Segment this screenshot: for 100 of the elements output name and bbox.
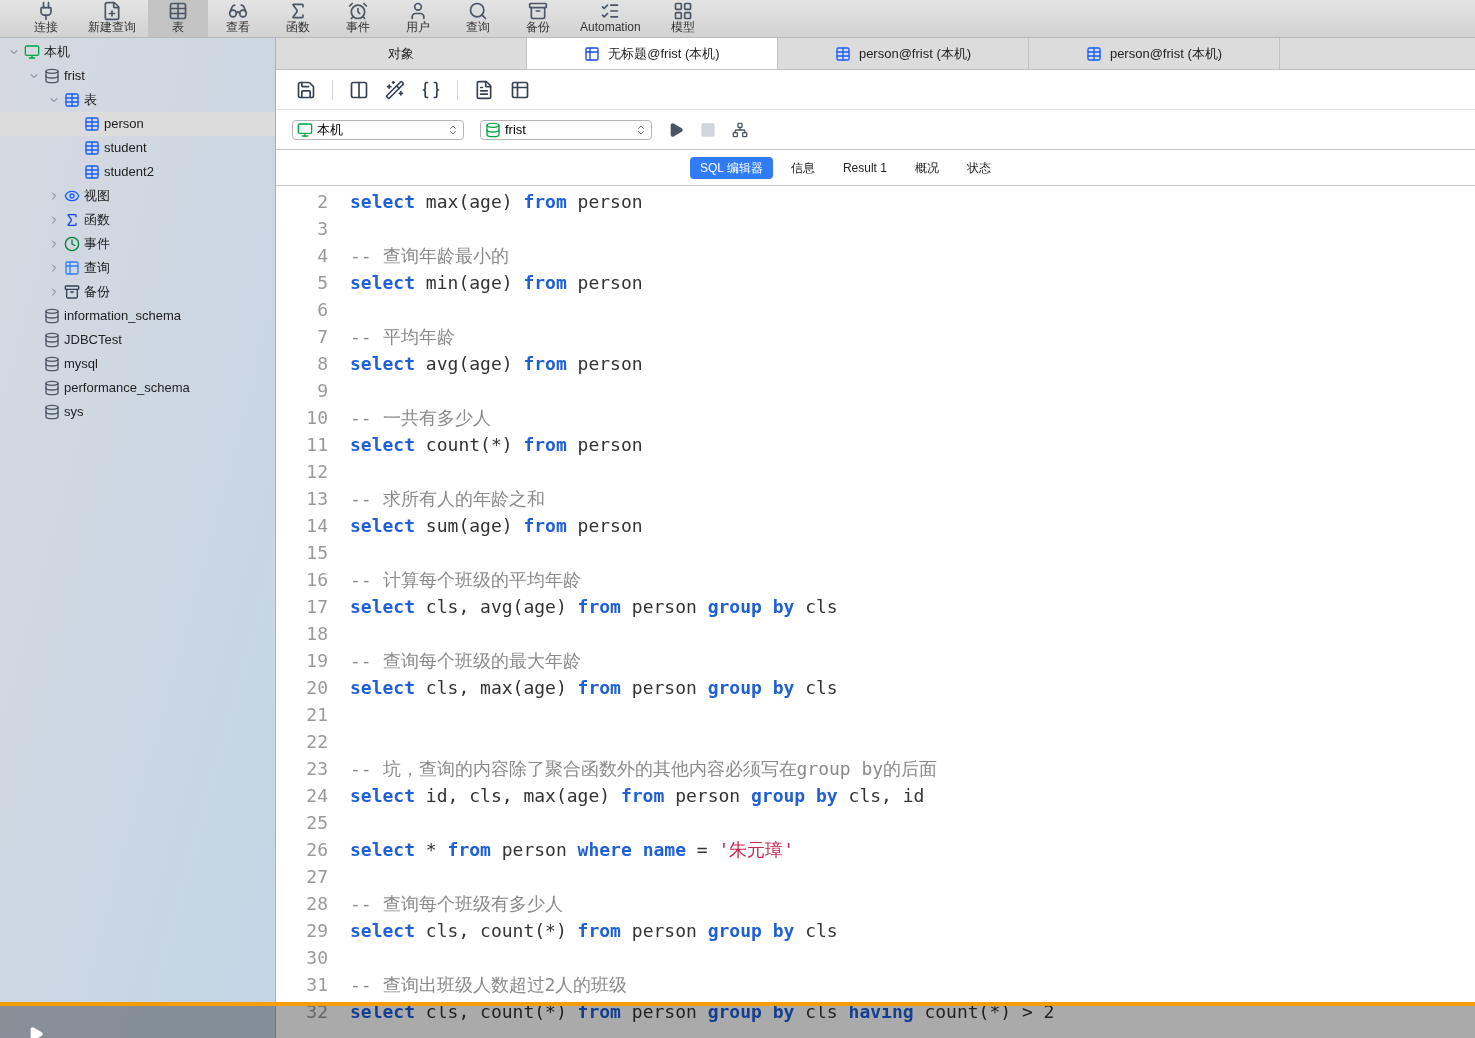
tree-item[interactable]: sys: [0, 400, 275, 424]
columns-icon[interactable]: [349, 79, 369, 100]
database-select[interactable]: frist: [480, 119, 652, 140]
table-icon: [168, 1, 188, 21]
editor-tab[interactable]: 概况: [904, 156, 949, 179]
table-icon: [84, 164, 100, 180]
toolbar-button[interactable]: 函数: [268, 0, 328, 37]
tree-item-label: 本机: [44, 43, 70, 62]
updown-caret-icon: [447, 123, 459, 136]
line-number: 14: [305, 514, 328, 538]
line-number: 28: [305, 892, 328, 916]
tree-item-label: student: [104, 139, 147, 158]
code-line: select count(*) from person: [350, 433, 643, 457]
table-icon: [834, 45, 851, 62]
tree-item[interactable]: 查询: [0, 256, 275, 280]
line-number: 26: [305, 838, 328, 862]
clock-icon: [64, 236, 80, 252]
database-icon: [485, 121, 501, 138]
editor-tab[interactable]: SQL 编辑器: [690, 156, 773, 179]
tree-item-label: JDBCTest: [64, 331, 122, 350]
line-number: 2: [316, 190, 328, 214]
toolbar-button[interactable]: 新建查询: [76, 0, 148, 37]
tree-item[interactable]: student: [0, 136, 275, 160]
toolbar-button[interactable]: 用户: [388, 0, 448, 37]
tree-item[interactable]: performance_schema: [0, 376, 275, 400]
tree-item[interactable]: mysql: [0, 352, 275, 376]
code-comment: -- 一共有多少人: [350, 406, 491, 430]
select-value: 本机: [317, 120, 344, 139]
code-line: select cls, max(age) from person group by cls: [350, 676, 838, 700]
search-icon: [468, 1, 488, 21]
line-number: 6: [316, 298, 328, 322]
line-number: 18: [305, 622, 328, 646]
toolbar-button[interactable]: 备份: [508, 0, 568, 37]
tree-item[interactable]: JDBCTest: [0, 328, 275, 352]
wand-icon[interactable]: [385, 79, 405, 100]
toolbar-button[interactable]: 模型: [652, 0, 713, 37]
line-number: 13: [305, 487, 328, 511]
alarm-clock-icon: [348, 1, 368, 21]
tree-item[interactable]: student2: [0, 160, 275, 184]
stop-icon[interactable]: [700, 121, 716, 138]
save-icon[interactable]: [296, 79, 316, 100]
toolbar-button[interactable]: 表: [148, 0, 208, 37]
tree-item-label: frist: [64, 67, 85, 86]
archive-icon: [528, 1, 548, 21]
braces-icon[interactable]: [421, 79, 441, 100]
file-plus-icon: [102, 1, 122, 21]
document-icon[interactable]: [474, 79, 494, 100]
tree-item[interactable]: 函数: [0, 208, 275, 232]
tree-item-label: person: [104, 115, 144, 134]
tree-item[interactable]: 备份: [0, 280, 275, 304]
tree-item[interactable]: person: [0, 112, 275, 136]
diagram-icon[interactable]: [732, 121, 748, 138]
monitor-icon: [297, 121, 313, 138]
line-number: 5: [316, 271, 328, 295]
line-number: 31: [305, 973, 328, 997]
monitor-icon: [24, 44, 40, 60]
table-icon: [64, 92, 80, 108]
line-number: 25: [305, 811, 328, 835]
toolbar-button[interactable]: 查看: [208, 0, 268, 37]
code-line: select cls, avg(age) from person group by cls: [350, 595, 838, 619]
tree-item[interactable]: information_schema: [0, 304, 275, 328]
run-icon[interactable]: [668, 121, 684, 138]
toolbar-button[interactable]: 查询: [448, 0, 508, 37]
line-number: 16: [305, 568, 328, 592]
select-value: frist: [505, 120, 527, 139]
table-export-icon[interactable]: [510, 79, 530, 100]
line-number: 23: [305, 757, 328, 781]
toolbar-button[interactable]: 连接: [16, 0, 76, 37]
line-number: 21: [305, 703, 328, 727]
code-line: select min(age) from person: [350, 271, 643, 295]
line-number: 8: [316, 352, 328, 376]
user-icon: [408, 1, 428, 21]
editor-tab[interactable]: 状态: [956, 156, 1001, 179]
updown-caret-icon: [635, 123, 647, 136]
database-icon: [44, 404, 60, 420]
connection-select[interactable]: 本机: [292, 119, 464, 140]
tree-item-label: 事件: [84, 235, 110, 254]
tree-item[interactable]: 视图: [0, 184, 275, 208]
tree-item-label: student2: [104, 163, 154, 182]
checklist-icon: [600, 1, 621, 21]
tree-item[interactable]: 表: [0, 88, 275, 112]
line-number: 11: [305, 433, 328, 457]
tree-item[interactable]: 事件: [0, 232, 275, 256]
editor-tab[interactable]: Result 1: [832, 156, 897, 179]
table-icon: [84, 140, 100, 156]
code-comment: -- 查询每个班级的最大年龄: [350, 649, 581, 673]
code-line: select max(age) from person: [350, 190, 643, 214]
editor-tab[interactable]: 信息: [780, 156, 825, 179]
line-number: 10: [305, 406, 328, 430]
tree-item-label: 表: [84, 91, 97, 110]
grid-icon: [672, 1, 693, 21]
tree-item[interactable]: 本机: [0, 40, 275, 64]
toolbar-button[interactable]: Automation: [568, 0, 653, 37]
toolbar-button[interactable]: 事件: [328, 0, 388, 37]
database-icon: [44, 308, 60, 324]
table-icon: [584, 45, 601, 62]
line-number: 12: [305, 460, 328, 484]
tree-item[interactable]: frist: [0, 64, 275, 88]
tab[interactable]: 无标题@frist (本机): [527, 38, 778, 69]
play-icon[interactable]: [28, 1026, 44, 1038]
